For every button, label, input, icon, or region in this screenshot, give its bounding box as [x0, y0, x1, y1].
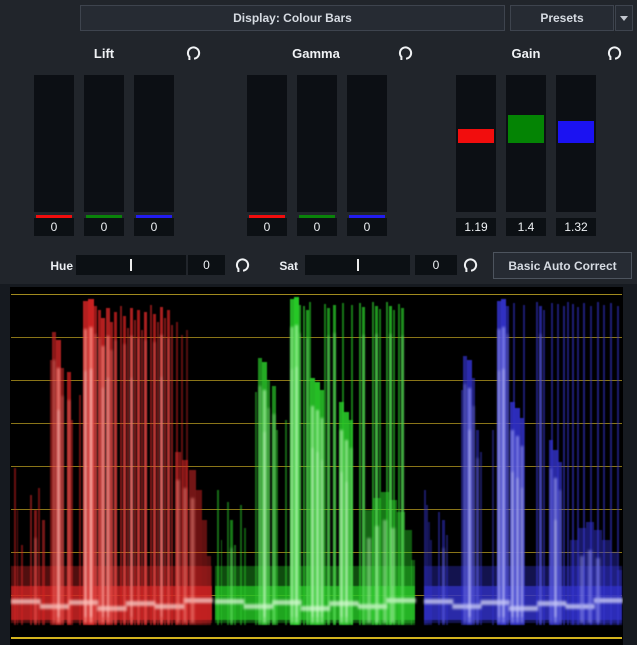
gain-red-value[interactable]: 1.19 [456, 218, 496, 236]
hue-reset-icon[interactable] [233, 257, 250, 274]
gamma-title: Gamma [276, 46, 356, 61]
gain-green-value[interactable]: 1.4 [506, 218, 546, 236]
lift-title: Lift [64, 46, 144, 61]
gain-reset-icon[interactable] [605, 45, 622, 62]
rgb-parade-waveform [10, 287, 623, 645]
lift-blue-value[interactable]: 0 [134, 218, 174, 236]
gamma-red-value[interactable]: 0 [247, 218, 287, 236]
gain-blue-handle[interactable] [558, 121, 594, 143]
colour-correction-panel: Display: Colour Bars Presets Lift Gamma … [0, 0, 637, 645]
hue-slider-cursor[interactable] [130, 259, 132, 271]
lift-green-slider[interactable] [84, 75, 124, 212]
sat-slider[interactable] [305, 255, 410, 275]
basic-auto-correct-button[interactable]: Basic Auto Correct [493, 252, 632, 279]
hue-value[interactable]: 0 [188, 255, 225, 275]
gain-green-slider[interactable] [506, 75, 546, 212]
hue-slider[interactable] [76, 255, 186, 275]
lift-blue-slider[interactable] [134, 75, 174, 212]
sat-label: Sat [270, 259, 298, 273]
presets-button[interactable]: Presets [510, 5, 614, 31]
gain-green-handle[interactable] [508, 115, 544, 143]
lift-reset-icon[interactable] [184, 45, 201, 62]
waveform-pane [0, 284, 637, 645]
gamma-blue-slider[interactable] [347, 75, 387, 212]
gain-blue-value[interactable]: 1.32 [556, 218, 596, 236]
sat-slider-cursor[interactable] [357, 259, 359, 271]
gamma-red-slider[interactable] [247, 75, 287, 212]
sat-reset-icon[interactable] [461, 257, 478, 274]
lift-red-value[interactable]: 0 [34, 218, 74, 236]
gamma-green-slider[interactable] [297, 75, 337, 212]
presets-dropdown-button[interactable] [615, 5, 633, 31]
gamma-reset-icon[interactable] [396, 45, 413, 62]
display-mode-button[interactable]: Display: Colour Bars [80, 5, 505, 31]
lift-green-value[interactable]: 0 [84, 218, 124, 236]
gain-title: Gain [486, 46, 566, 61]
sat-value[interactable]: 0 [415, 255, 457, 275]
chevron-down-icon [620, 16, 628, 21]
hue-label: Hue [40, 259, 73, 273]
gain-red-handle[interactable] [458, 129, 494, 143]
gain-blue-slider[interactable] [556, 75, 596, 212]
gamma-blue-value[interactable]: 0 [347, 218, 387, 236]
gamma-green-value[interactable]: 0 [297, 218, 337, 236]
gain-red-slider[interactable] [456, 75, 496, 212]
lift-red-slider[interactable] [34, 75, 74, 212]
